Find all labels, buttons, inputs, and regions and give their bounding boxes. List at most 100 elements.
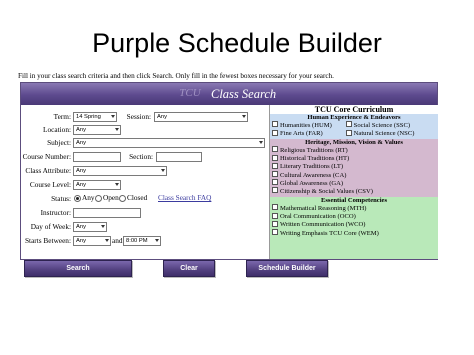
instructions-text: Fill in your class search criteria and t…	[18, 72, 334, 80]
checkbox[interactable]	[272, 204, 278, 211]
core-option-label: Cultural Awareness (CA)	[280, 171, 347, 179]
section-heading: Heritage, Mission, Vision & Values	[305, 139, 403, 146]
checkbox[interactable]	[272, 229, 278, 236]
core-option-label: Global Awareness (GA)	[280, 179, 344, 187]
starts-from-value: Any	[76, 238, 86, 244]
core-curriculum-panel: TCU Core Curriculum Human Experience & E…	[269, 105, 438, 259]
status-closed-radio[interactable]	[119, 195, 126, 202]
class-attribute-value: Any	[76, 168, 86, 174]
checkbox[interactable]	[272, 171, 278, 178]
status-closed-label: Closed	[127, 193, 148, 202]
schedule-builder-button[interactable]: Schedule Builder	[246, 260, 328, 277]
class-search-panel: TCU Class Search Term: 14 Spring Session…	[20, 82, 438, 260]
class-search-faq-link[interactable]: Class Search FAQ	[158, 193, 211, 202]
core-curriculum-title: TCU Core Curriculum	[270, 105, 438, 114]
status-any-radio[interactable]	[74, 195, 81, 202]
session-value: Any	[157, 114, 167, 120]
starts-from-select[interactable]: Any	[73, 236, 111, 246]
section-input[interactable]	[156, 152, 202, 162]
core-row[interactable]: Writing Emphasis TCU Core (WEM)	[270, 229, 438, 238]
day-of-week-label: Day of Week:	[30, 222, 71, 231]
checkbox[interactable]	[272, 220, 278, 227]
location-label: Location:	[43, 125, 71, 134]
class-attribute-select[interactable]: Any	[73, 166, 167, 176]
core-row: Fine Arts (FAR) Natural Science (NSC)	[270, 129, 438, 138]
checkbox[interactable]	[272, 121, 278, 128]
core-option[interactable]: Social Science (SSC)	[345, 121, 410, 130]
core-row[interactable]: Cultural Awareness (CA)	[270, 171, 438, 180]
chevron-down-icon	[105, 239, 109, 242]
heritage-section: Heritage, Mission, Vision & Values Relig…	[270, 139, 438, 197]
core-row[interactable]: Written Communication (WCO)	[270, 220, 438, 229]
banner-title: Class Search	[211, 87, 277, 101]
chevron-down-icon	[111, 115, 115, 118]
term-label: Term:	[53, 112, 71, 121]
section-label: Section:	[129, 152, 153, 161]
checkbox[interactable]	[345, 121, 352, 128]
checkbox[interactable]	[272, 212, 278, 219]
core-row[interactable]: Religious Traditions (RT)	[270, 146, 438, 155]
core-option[interactable]: Humanities (HUM)	[272, 121, 338, 130]
core-option-label: Mathematical Reasoning (MTH)	[280, 205, 367, 212]
core-option-label: Citizenship & Social Values (CSV)	[280, 187, 373, 195]
human-experience-section: Human Experience & Endeavors Humanities …	[270, 114, 438, 139]
instructor-label: Instructor:	[40, 208, 71, 217]
core-option-label: Historical Traditions (HT)	[280, 155, 350, 163]
core-option[interactable]: Natural Science (NSC)	[345, 129, 415, 138]
checkbox[interactable]	[272, 187, 278, 194]
core-row[interactable]: Global Awareness (GA)	[270, 179, 438, 188]
starts-to-select[interactable]: 8:00 PM	[123, 236, 161, 246]
day-of-week-select[interactable]: Any	[73, 222, 107, 232]
chevron-down-icon	[259, 141, 263, 144]
term-value: 14 Spring	[76, 114, 101, 120]
tcu-logo: TCU	[179, 87, 201, 99]
checkbox[interactable]	[272, 179, 278, 186]
checkbox[interactable]	[272, 146, 278, 153]
and-label: and	[112, 236, 123, 245]
search-button[interactable]: Search	[24, 260, 132, 277]
status-any-label: Any	[82, 193, 95, 202]
class-search-banner: TCU Class Search	[21, 83, 437, 105]
core-option-label: Natural Science (NSC)	[353, 130, 415, 138]
core-option-label: Fine Arts (FAR)	[280, 130, 323, 138]
chevron-down-icon	[161, 169, 165, 172]
subject-label: Subject:	[47, 138, 71, 147]
core-option-label: Oral Communication (OCO)	[280, 213, 356, 221]
location-select[interactable]: Any	[73, 125, 121, 135]
checkbox[interactable]	[272, 162, 278, 169]
course-level-select[interactable]: Any	[73, 180, 121, 190]
core-option-label: Writing Emphasis TCU Core (WEM)	[280, 229, 379, 237]
section-heading: Human Experience & Endeavors	[307, 114, 401, 121]
status-open-radio[interactable]	[95, 195, 102, 202]
section-heading: Essential Competencies	[320, 197, 388, 204]
subject-value: Any	[76, 140, 86, 146]
core-row[interactable]: Mathematical Reasoning (MTH)	[270, 204, 438, 213]
chevron-down-icon	[115, 128, 119, 131]
session-select[interactable]: Any	[154, 112, 248, 122]
core-row[interactable]: Citizenship & Social Values (CSV)	[270, 187, 438, 196]
clear-button[interactable]: Clear	[163, 260, 215, 277]
status-label: Status:	[51, 194, 71, 203]
subject-select[interactable]: Any	[73, 138, 265, 148]
chevron-down-icon	[155, 239, 159, 242]
starts-to-value: 8:00 PM	[126, 238, 148, 244]
chevron-down-icon	[101, 225, 105, 228]
course-number-input[interactable]	[73, 152, 121, 162]
location-value: Any	[76, 127, 86, 133]
checkbox[interactable]	[272, 129, 278, 136]
checkbox[interactable]	[345, 129, 352, 136]
core-option-label: Written Communication (WCO)	[280, 221, 366, 229]
checkbox[interactable]	[272, 154, 278, 161]
core-row[interactable]: Literary Traditions (LT)	[270, 162, 438, 171]
core-option-label: Literary Traditions (LT)	[280, 163, 344, 171]
term-select[interactable]: 14 Spring	[73, 112, 117, 122]
instructor-input[interactable]	[73, 208, 141, 218]
session-label: Session:	[126, 112, 151, 121]
core-row[interactable]: Historical Traditions (HT)	[270, 154, 438, 163]
core-option-label: Religious Traditions (RT)	[280, 147, 348, 154]
core-option[interactable]: Fine Arts (FAR)	[272, 129, 338, 138]
core-option-label: Humanities (HUM)	[280, 122, 332, 129]
course-level-label: Course Level:	[29, 180, 71, 189]
core-row[interactable]: Oral Communication (OCO)	[270, 212, 438, 221]
day-of-week-value: Any	[76, 224, 86, 230]
